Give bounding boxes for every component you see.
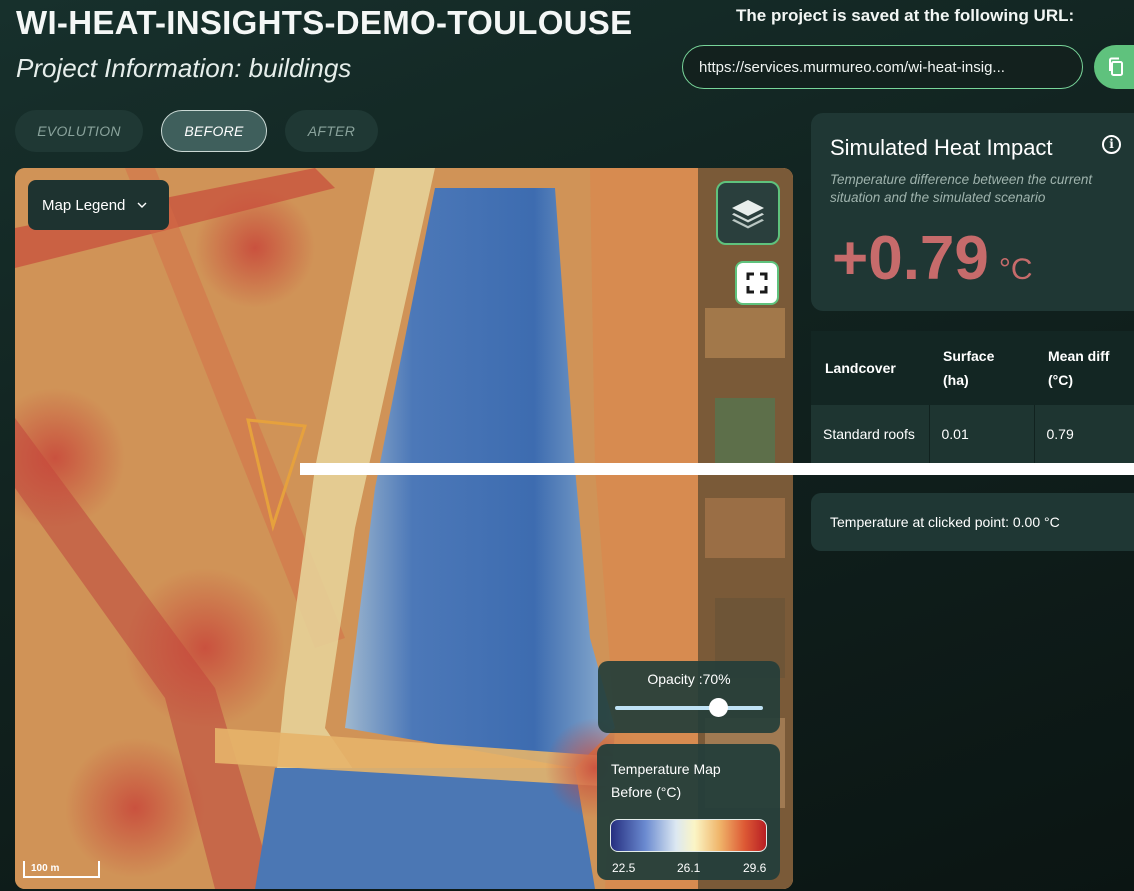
table-header-row: Landcover Surface (ha) Mean diff (°C) <box>811 331 1134 405</box>
heat-impact-number: +0.79 <box>832 224 989 293</box>
scale-bar: 100 m <box>23 861 100 878</box>
copy-url-button[interactable] <box>1094 45 1134 89</box>
heat-impact-unit: °C <box>998 253 1033 286</box>
heat-impact-description: Temperature difference between the curre… <box>830 172 1093 205</box>
layers-button[interactable] <box>716 181 780 245</box>
heat-impact-title: Simulated Heat Impact <box>830 135 1053 160</box>
header-landcover: Landcover <box>811 331 929 405</box>
project-url-field[interactable]: https://services.murmureo.com/wi-heat-in… <box>682 45 1083 89</box>
opacity-label: Opacity :70% <box>647 671 731 687</box>
temperature-map[interactable]: Map Legend Opacity :70% Temperature Map … <box>15 168 793 889</box>
cell-mean-diff: 0.79 <box>1034 405 1134 463</box>
app-title: WI-HEAT-INSIGHTS-DEMO-TOULOUSE <box>16 4 633 41</box>
url-caption: The project is saved at the following UR… <box>736 6 1075 25</box>
cell-landcover: Standard roofs <box>811 405 930 463</box>
map-legend-label: Map Legend <box>42 196 126 214</box>
tab-evolution[interactable]: EVOLUTION <box>15 110 143 152</box>
clicked-point-card: Temperature at clicked point: 0.00 °C <box>811 493 1134 551</box>
page-subtitle: Project Information: buildings <box>16 53 352 83</box>
chevron-down-icon <box>137 202 147 208</box>
opacity-panel: Opacity :70% <box>598 661 780 733</box>
opacity-slider-track[interactable] <box>615 706 763 710</box>
fullscreen-button[interactable] <box>735 261 779 305</box>
legend-tick-mid: 26.1 <box>677 861 701 875</box>
temperature-legend: Temperature Map Before (°C) 22.5 26.1 29… <box>597 744 780 880</box>
tab-after[interactable]: AFTER <box>285 110 378 152</box>
info-icon[interactable]: i <box>1102 135 1121 154</box>
opacity-slider-thumb[interactable] <box>709 698 728 717</box>
landcover-table: Landcover Surface (ha) Mean diff (°C) St… <box>811 331 1134 463</box>
cell-surface: 0.01 <box>929 405 1035 463</box>
header-mean-diff: Mean diff (°C) <box>1034 331 1134 405</box>
heat-impact-card: Simulated Heat Impact i Temperature diff… <box>811 113 1134 311</box>
temperature-colorbar <box>610 819 767 852</box>
temperature-legend-title: Temperature Map <box>611 761 721 777</box>
map-legend-button[interactable]: Map Legend <box>28 180 169 230</box>
table-row: Standard roofs 0.01 0.79 <box>811 405 1134 463</box>
header-surface: Surface (ha) <box>929 331 1034 405</box>
legend-tick-min: 22.5 <box>612 861 636 875</box>
temperature-legend-subtitle: Before (°C) <box>611 784 682 800</box>
legend-tick-max: 29.6 <box>743 861 767 875</box>
copy-icon <box>1109 57 1123 76</box>
layers-icon <box>732 200 764 229</box>
fullscreen-icon <box>746 272 768 294</box>
tab-before[interactable]: BEFORE <box>161 110 267 152</box>
divider <box>300 463 1134 475</box>
heat-impact-value: +0.79 °C <box>832 223 1033 294</box>
